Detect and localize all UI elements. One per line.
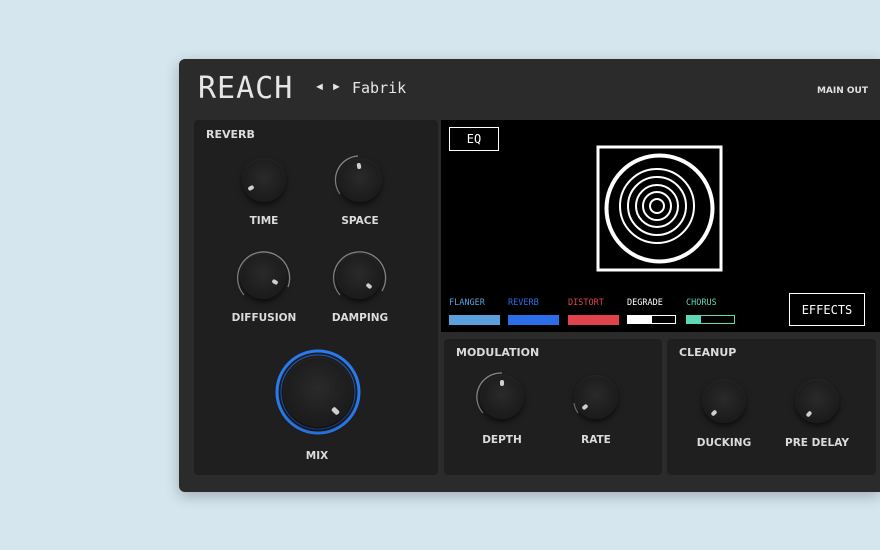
pre-delay-knob-indicator <box>805 410 813 418</box>
space-knob[interactable] <box>338 158 382 202</box>
effects-button[interactable]: EFFECTS <box>789 293 865 326</box>
rate-knob[interactable] <box>574 375 618 419</box>
depth-knob-indicator <box>500 380 504 386</box>
diffusion-knob[interactable] <box>240 253 286 299</box>
fx-chorus-fill <box>687 316 702 323</box>
time-knob[interactable] <box>242 158 286 202</box>
space-knob-indicator <box>356 162 362 170</box>
fx-reverb-toggle[interactable] <box>508 315 559 325</box>
pre-delay-label: PRE DELAY <box>785 437 849 449</box>
fx-degrade-label: DEGRADE <box>627 298 663 308</box>
cleanup-title: CLEANUP <box>679 346 737 359</box>
fx-flanger-label: FLANGER <box>449 298 485 308</box>
space-label: SPACE <box>341 215 379 227</box>
reach-plugin-window: REACH ◄ ► Fabrik MAIN OUT REVERB TIME SP… <box>179 59 880 492</box>
damping-knob[interactable] <box>336 253 382 299</box>
next-preset-icon[interactable]: ► <box>331 81 342 93</box>
modulation-title: MODULATION <box>456 346 540 359</box>
prev-preset-icon[interactable]: ◄ <box>314 81 325 93</box>
depth-knob[interactable] <box>480 375 524 419</box>
time-label: TIME <box>249 215 279 227</box>
depth-label: DEPTH <box>482 434 522 446</box>
reverb-visualizer-icon <box>596 145 723 272</box>
reverb-title: REVERB <box>206 128 255 141</box>
fx-distort-label: DISTORT <box>568 298 604 308</box>
ducking-knob[interactable] <box>702 379 746 423</box>
diffusion-label: DIFFUSION <box>231 312 297 324</box>
fx-chorus-label: CHORUS <box>686 298 717 308</box>
mix-knob-indicator <box>330 406 341 416</box>
fx-degrade-fill <box>628 316 652 323</box>
mix-knob[interactable] <box>283 357 353 427</box>
rate-knob-indicator <box>581 403 589 411</box>
modulation-panel: MODULATION DEPTH RATE <box>444 339 662 475</box>
mix-label: MIX <box>305 450 329 462</box>
fx-distort-toggle[interactable] <box>568 315 619 325</box>
reverb-panel: REVERB TIME SPACE DIFFUSION DAMPING MIX <box>194 120 438 475</box>
effects-display: EQ FLANGER REVERB DISTORT DEGRADE CHORUS… <box>441 120 880 332</box>
fx-degrade-toggle[interactable] <box>627 315 676 324</box>
fx-flanger-toggle[interactable] <box>449 315 500 325</box>
fx-chorus-toggle[interactable] <box>686 315 735 324</box>
ducking-label: DUCKING <box>696 437 752 449</box>
eq-button[interactable]: EQ <box>449 127 499 151</box>
main-out-label[interactable]: MAIN OUT <box>817 86 868 96</box>
cleanup-panel: CLEANUP DUCKING PRE DELAY <box>667 339 876 475</box>
fx-reverb-label: REVERB <box>508 298 539 308</box>
pre-delay-knob[interactable] <box>795 379 839 423</box>
time-knob-indicator <box>247 184 255 192</box>
ducking-knob-indicator <box>710 409 718 417</box>
preset-name[interactable]: Fabrik <box>352 79 406 97</box>
plugin-logo: REACH <box>198 71 294 106</box>
damping-label: DAMPING <box>331 312 389 324</box>
rate-label: RATE <box>581 434 611 446</box>
diffusion-knob-indicator <box>271 278 279 286</box>
plugin-header: REACH ◄ ► Fabrik MAIN OUT <box>179 59 880 117</box>
damping-knob-indicator <box>365 282 373 290</box>
